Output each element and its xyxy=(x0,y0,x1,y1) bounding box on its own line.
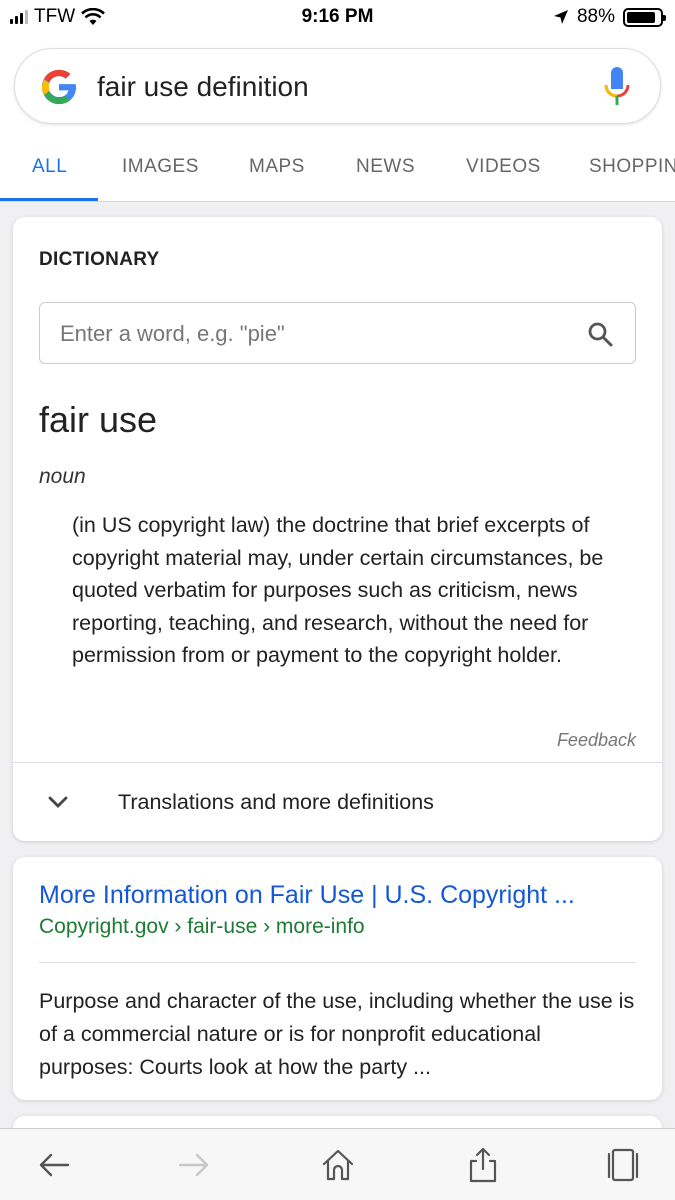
dictionary-card: DICTIONARY Enter a word, e.g. "pie" fair… xyxy=(13,217,662,841)
part-of-speech: noun xyxy=(39,465,86,488)
tab-all[interactable]: ALL xyxy=(32,156,67,178)
active-tab-indicator xyxy=(0,198,98,201)
tab-news[interactable]: NEWS xyxy=(356,156,415,178)
location-arrow-icon xyxy=(553,10,568,24)
search-header: fair use definition xyxy=(0,36,675,136)
search-icon[interactable] xyxy=(587,321,613,347)
divider xyxy=(39,962,636,963)
definition-text: (in US copyright law) the doctrine that … xyxy=(72,513,604,668)
status-right: 88% xyxy=(553,6,666,28)
tab-images[interactable]: IMAGES xyxy=(122,156,199,178)
tabs-icon[interactable] xyxy=(605,1147,641,1183)
battery-icon xyxy=(623,7,666,27)
result-title-link[interactable]: More Information on Fair Use | U.S. Copy… xyxy=(39,881,575,910)
dictionary-input-placeholder[interactable]: Enter a word, e.g. "pie" xyxy=(60,321,285,347)
search-result-card: More Information on Fair Use | U.S. Copy… xyxy=(13,857,662,1100)
search-box[interactable]: fair use definition xyxy=(14,48,661,124)
more-definitions-label[interactable]: Translations and more definitions xyxy=(118,790,434,815)
battery-percent: 88% xyxy=(576,6,615,27)
battery-fill xyxy=(627,11,656,23)
home-icon[interactable] xyxy=(320,1147,356,1183)
result-snippet: Purpose and character of the use, includ… xyxy=(39,989,635,1079)
feedback-link[interactable]: Feedback xyxy=(557,730,636,751)
search-query-text[interactable]: fair use definition xyxy=(97,71,309,103)
back-icon[interactable] xyxy=(36,1147,72,1183)
microphone-icon[interactable] xyxy=(602,65,632,109)
tab-shopping[interactable]: SHOPPIN xyxy=(589,156,675,178)
dictionary-title: DICTIONARY xyxy=(39,249,160,270)
chevron-down-icon[interactable] xyxy=(47,791,69,813)
result-url[interactable]: Copyright.gov › fair-use › more-info xyxy=(39,915,365,939)
search-tabs: ALL IMAGES MAPS NEWS VIDEOS SHOPPIN xyxy=(0,136,675,202)
status-bar: TFW 9:16 PM 88% xyxy=(0,0,675,36)
tab-maps[interactable]: MAPS xyxy=(249,156,305,178)
browser-toolbar xyxy=(0,1128,675,1200)
forward-icon[interactable] xyxy=(176,1147,212,1183)
share-icon[interactable] xyxy=(465,1147,501,1183)
more-definitions-button[interactable]: Translations and more definitions xyxy=(13,763,662,841)
google-logo-icon[interactable] xyxy=(39,67,79,107)
dictionary-word: fair use xyxy=(39,399,158,440)
dictionary-search-input[interactable]: Enter a word, e.g. "pie" xyxy=(39,302,636,364)
tab-videos[interactable]: VIDEOS xyxy=(466,156,541,178)
